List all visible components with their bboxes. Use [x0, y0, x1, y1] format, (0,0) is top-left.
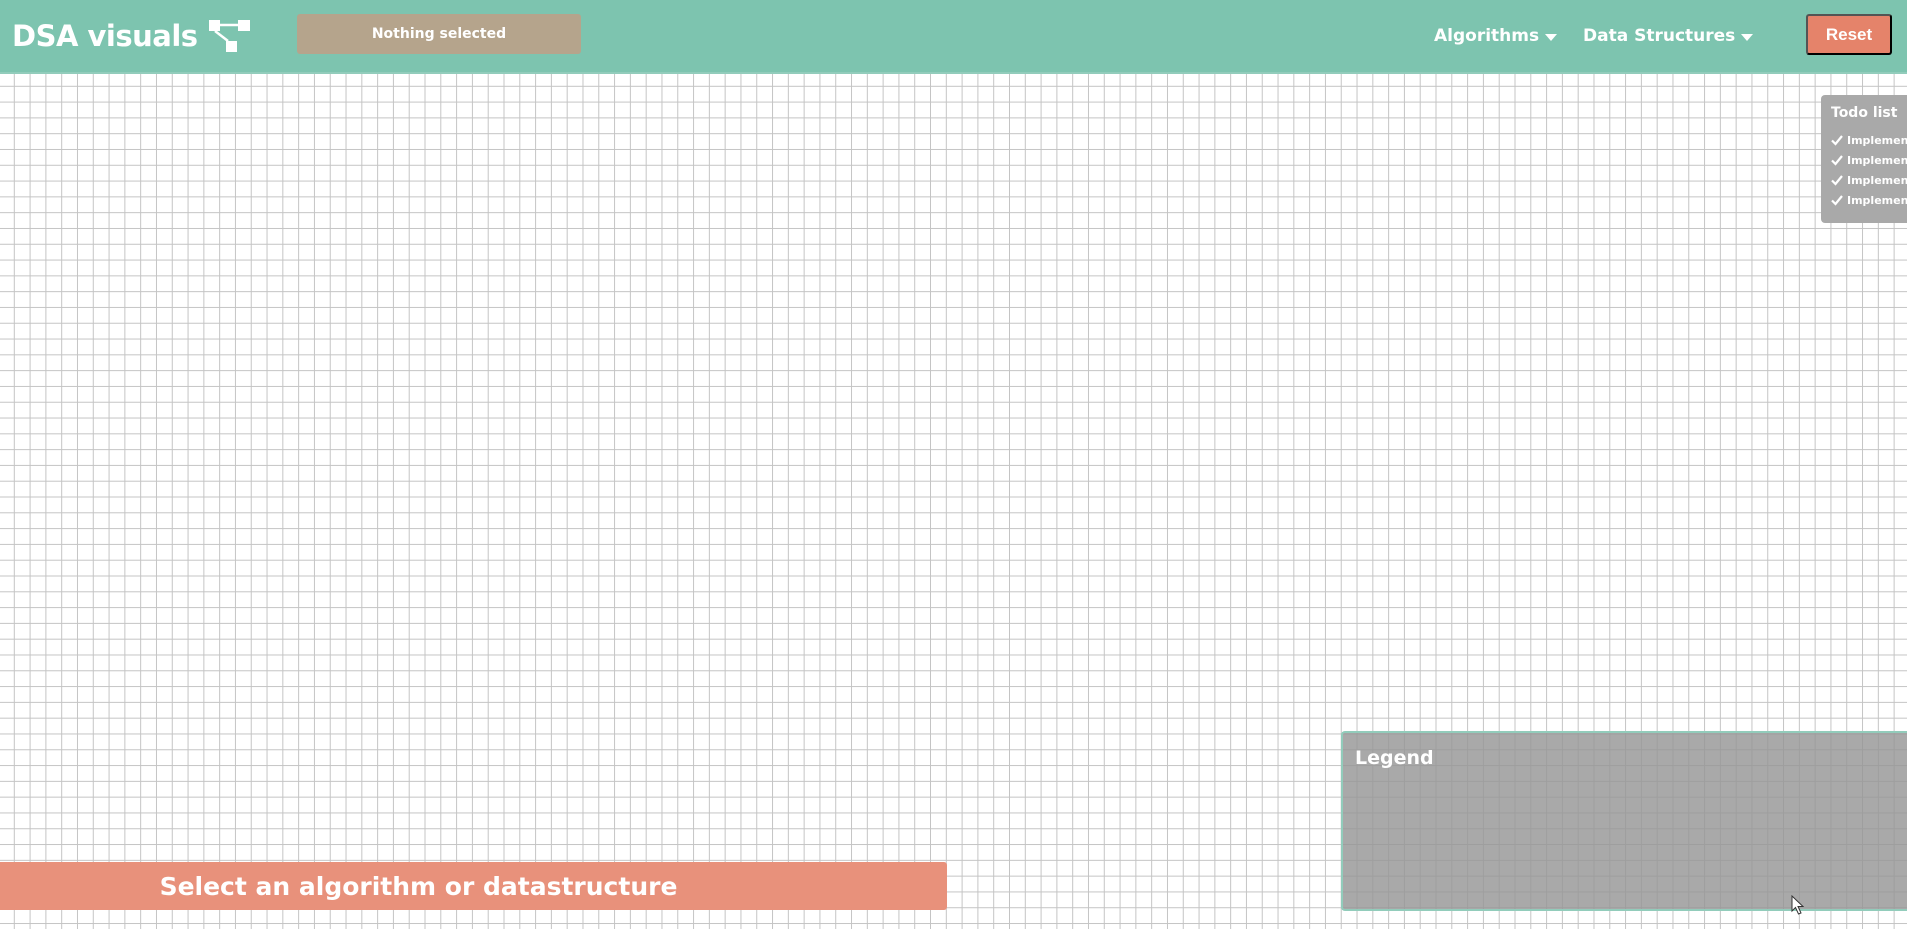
check-icon	[1831, 135, 1843, 146]
reset-button-label: Reset	[1825, 24, 1873, 44]
algorithms-menu[interactable]: Algorithms	[1434, 22, 1558, 50]
legend-title: Legend	[1355, 747, 1434, 769]
data-structures-menu-label: Data Structures	[1583, 26, 1736, 46]
tree-structure-icon	[208, 20, 250, 52]
caret-down-icon	[1545, 33, 1558, 41]
check-icon	[1831, 195, 1843, 206]
todo-item-label: Implemen...	[1847, 193, 1907, 207]
data-structures-menu[interactable]: Data Structures	[1583, 22, 1754, 50]
todo-list-panel: Todo list Implemen... Implemen... Implem…	[1821, 95, 1907, 223]
selection-status: Nothing selected	[297, 14, 581, 54]
selection-prompt-text: Select an algorithm or datastructure	[159, 871, 678, 901]
check-icon	[1831, 175, 1843, 186]
selection-prompt-banner: Select an algorithm or datastructure	[0, 862, 947, 910]
todo-item-label: Implemen...	[1847, 173, 1907, 187]
selection-status-text: Nothing selected	[371, 26, 507, 42]
todo-item: Implemen...	[1831, 170, 1907, 190]
todo-item-label: Implemen...	[1847, 133, 1907, 147]
brand-title: DSA visuals	[12, 19, 198, 53]
legend-panel: Legend	[1341, 731, 1907, 911]
todo-item: Implemen...	[1831, 150, 1907, 170]
reset-button[interactable]: Reset	[1806, 14, 1892, 55]
mouse-cursor-icon	[1791, 895, 1805, 915]
caret-down-icon	[1741, 33, 1754, 41]
brand[interactable]: DSA visuals	[12, 14, 252, 58]
todo-item: Implemen...	[1831, 190, 1907, 210]
todo-item-label: Implemen...	[1847, 153, 1907, 167]
todo-item: Implemen...	[1831, 130, 1907, 150]
algorithms-menu-label: Algorithms	[1434, 26, 1540, 46]
navbar: DSA visuals Nothing selected Algorithms …	[0, 0, 1907, 74]
check-icon	[1831, 155, 1843, 166]
todo-list-title: Todo list	[1831, 105, 1898, 121]
